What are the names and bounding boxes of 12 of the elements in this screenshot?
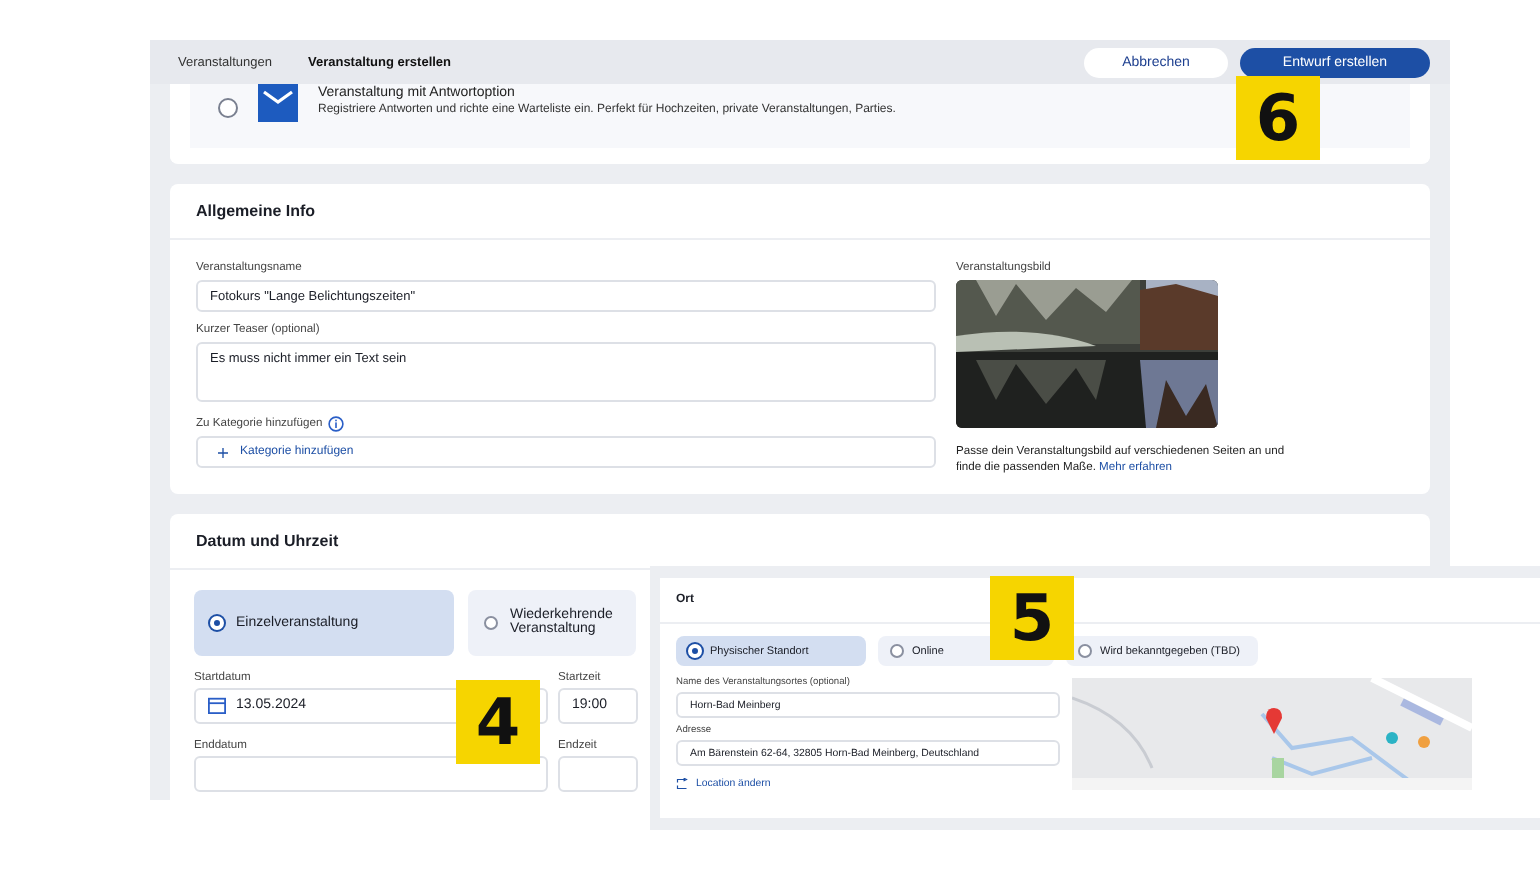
section-title: Allgemeine Info xyxy=(170,184,1430,240)
info-icon[interactable] xyxy=(328,416,345,432)
step-number: 6 xyxy=(1236,76,1320,160)
plus-icon xyxy=(218,447,228,457)
time-field[interactable] xyxy=(558,755,638,792)
step-number: 4 xyxy=(456,680,540,764)
calendar-icon xyxy=(208,696,226,715)
date-field[interactable] xyxy=(194,755,548,792)
radio-button[interactable] xyxy=(218,98,238,118)
envelope-icon xyxy=(258,82,298,122)
swap-icon xyxy=(676,778,688,790)
step-number: 5 xyxy=(990,576,1074,660)
